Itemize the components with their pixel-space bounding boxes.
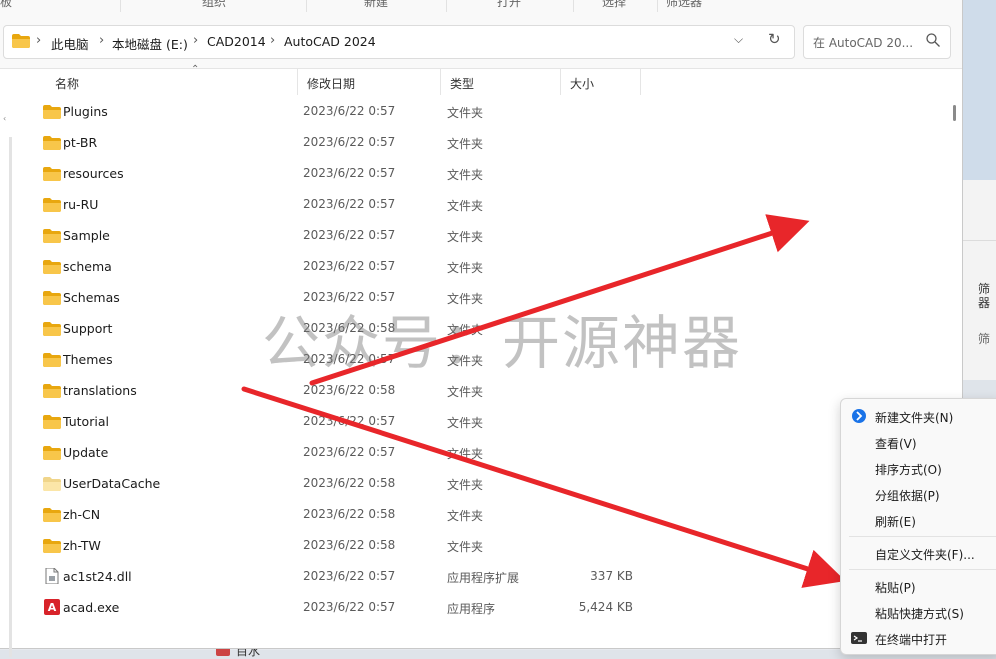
annotation-arrow-down	[241, 386, 846, 588]
menu-paste[interactable]: 粘贴(P)	[875, 579, 916, 596]
new-folder-icon	[852, 409, 866, 423]
menu-group[interactable]: 分组依据(P)	[875, 487, 940, 504]
context-menu: 新建文件夹(N) 查看(V) 排序方式(O) 分组依据(P) 刷新(E) 自定义…	[840, 398, 996, 655]
menu-customize-folder[interactable]: 自定义文件夹(F)...	[875, 546, 975, 563]
menu-view[interactable]: 查看(V)	[875, 435, 917, 452]
menu-divider	[849, 536, 996, 537]
menu-paste-shortcut[interactable]: 粘贴快捷方式(S)	[875, 605, 964, 622]
menu-sort[interactable]: 排序方式(O)	[875, 461, 942, 478]
terminal-icon	[851, 632, 867, 644]
annotation-arrow-up	[309, 214, 810, 386]
menu-new-folder[interactable]: 新建文件夹(N)	[875, 409, 953, 426]
menu-divider	[849, 569, 996, 570]
menu-refresh[interactable]: 刷新(E)	[875, 513, 916, 530]
menu-open-in-terminal[interactable]: 在终端中打开	[875, 631, 947, 648]
